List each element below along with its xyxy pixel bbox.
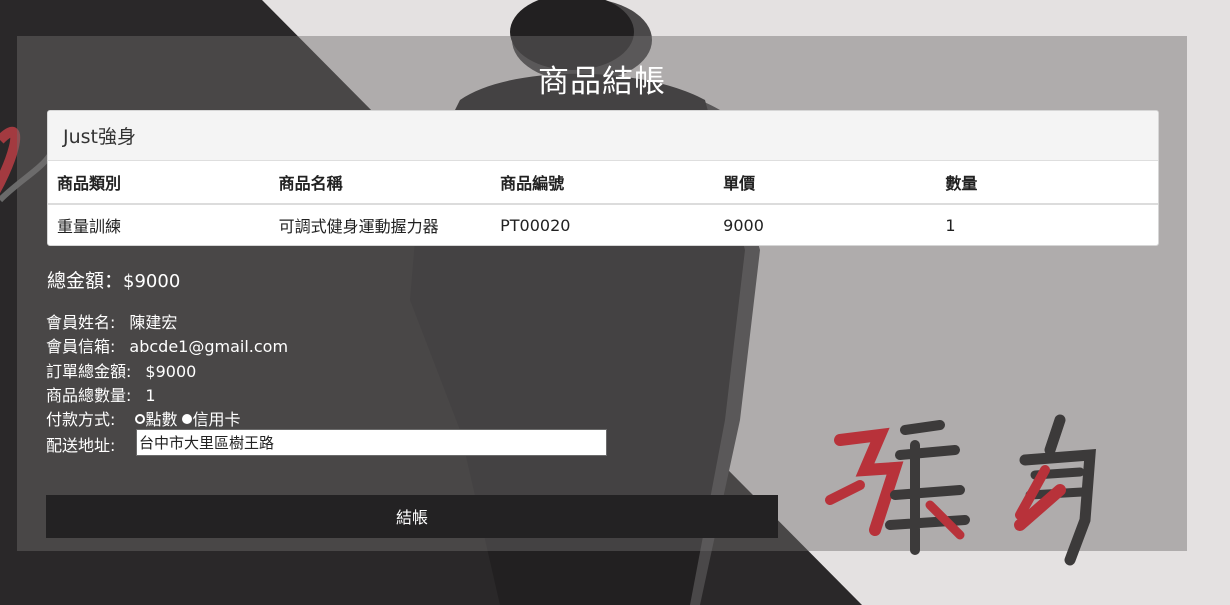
total-quantity-row: 商品總數量: 1 (46, 382, 156, 406)
store-name: Just強身 (48, 111, 1158, 161)
payment-option-points[interactable]: 點數 (134, 410, 178, 429)
cell-quantity: 1 (945, 215, 956, 235)
cell-product-name: 可調式健身運動握力器 (278, 217, 439, 236)
total-label: 總金額： (47, 270, 124, 292)
calligraphy-character-1 (825, 420, 970, 555)
payment-option-credit-card[interactable]: 信用卡 (181, 410, 241, 429)
order-total-label: 訂單總金額: (46, 362, 132, 381)
radio-selected-icon[interactable] (181, 413, 192, 424)
table-header-row: 商品類別 商品名稱 商品編號 單價 數量 (48, 161, 1158, 205)
table-row: 重量訓練 可調式健身運動握力器 PT00020 9000 1 (48, 204, 1158, 245)
member-name-row: 會員姓名: 陳建宏 (46, 309, 177, 333)
column-header: 商品類別 (48, 161, 270, 205)
page-title: 商品結帳 (538, 64, 666, 100)
total-value: $9000 (123, 271, 181, 292)
total-amount: 總金額：$9000 (47, 266, 180, 293)
payment-method-label: 付款方式: (46, 410, 116, 429)
total-quantity-value: 1 (145, 386, 156, 405)
total-quantity-label: 商品總數量: (46, 386, 132, 405)
cell-product-id: PT00020 (500, 215, 571, 235)
column-header: 商品編號 (491, 161, 715, 205)
column-header: 單價 (714, 161, 937, 205)
column-header: 數量 (936, 161, 1158, 205)
member-email-label: 會員信箱: (46, 337, 116, 356)
member-name-value: 陳建宏 (129, 313, 178, 332)
member-email-value: abcde1@gmail.com (129, 337, 289, 356)
radio-empty-icon[interactable] (134, 413, 145, 424)
calligraphy-logo (825, 414, 1096, 566)
payment-method-row: 付款方式: 點數 信用卡 (46, 406, 241, 430)
order-card: Just強身 商品類別 商品名稱 商品編號 單價 數量 重量訓練 可調式健身運動… (47, 110, 1159, 246)
member-email-row: 會員信箱: abcde1@gmail.com (46, 333, 288, 357)
order-total-value: $9000 (145, 362, 197, 381)
order-total-row: 訂單總金額: $9000 (46, 358, 196, 382)
cell-category: 重量訓練 (57, 217, 122, 236)
member-name-label: 會員姓名: (46, 313, 116, 332)
shipping-address-label: 配送地址: (46, 436, 116, 455)
shipping-address-row: 配送地址: (46, 432, 115, 456)
order-table: 商品類別 商品名稱 商品編號 單價 數量 重量訓練 可調式健身運動握力器 PT0… (48, 161, 1158, 245)
column-header: 商品名稱 (269, 161, 492, 205)
shipping-address-input[interactable] (136, 429, 607, 456)
checkout-button[interactable]: 結帳 (46, 495, 778, 538)
calligraphy-character-2 (1014, 414, 1096, 566)
cell-unit-price: 9000 (723, 215, 764, 235)
